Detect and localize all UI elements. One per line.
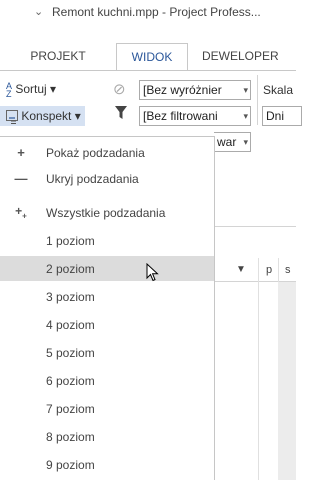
window-title: Remont kuchni.mpp - Project Profess... — [52, 5, 261, 19]
highlight-combo-value: [Bez wyróżnier — [143, 83, 222, 97]
column-dropdown-icon[interactable]: ▼ — [236, 264, 246, 275]
tab-deweloper[interactable]: DEWELOPER — [202, 43, 296, 70]
outline-dropdown-menu: + Pokaż podzadania — Ukryj podzadania ++… — [0, 136, 215, 480]
menu-item-show-subtasks[interactable]: + Pokaż podzadania — [0, 140, 214, 165]
menu-item-label: Wszystkie podzadania — [46, 205, 166, 220]
menu-item-hide-subtasks[interactable]: — Ukryj podzadania — [0, 166, 214, 191]
group-combo-value: war — [217, 135, 237, 149]
tab-widok[interactable]: WIDOK — [116, 43, 188, 70]
filter-icon — [115, 106, 127, 123]
menu-item-label: 8 poziom — [46, 429, 95, 444]
menu-item-label: Pokaż podzadania — [46, 145, 145, 160]
mouse-cursor-icon — [146, 262, 159, 285]
sort-az-icon: AZ — [6, 81, 13, 99]
menu-item-label: 1 poziom — [46, 233, 95, 248]
scale-combo-value: Dni — [266, 109, 285, 123]
menu-item-level-5[interactable]: 5 poziom — [0, 340, 214, 365]
menu-item-label: 7 poziom — [46, 401, 95, 416]
filter-combo[interactable]: [Bez filtrowani ▾ — [139, 106, 251, 126]
chevron-down-icon: ▾ — [243, 85, 248, 95]
plus-icon: + — [17, 145, 25, 160]
gantt-day-letter: s — [285, 264, 291, 276]
menu-item-all-subtasks[interactable]: ++ Wszystkie podzadania — [0, 200, 214, 225]
menu-item-level-2[interactable]: 2 poziom — [0, 256, 214, 281]
quick-access-icon[interactable]: ⌄ — [34, 5, 43, 18]
menu-item-label: Ukryj podzadania — [46, 171, 139, 186]
tab-projekt[interactable]: PROJEKT — [12, 43, 104, 70]
menu-item-label: 3 poziom — [46, 289, 95, 304]
menu-item-level-6[interactable]: 6 poziom — [0, 368, 214, 393]
sort-label: Sortuj ▾ — [15, 82, 57, 97]
ribbon-separator — [257, 75, 258, 125]
chevron-down-icon: ▾ — [243, 111, 248, 121]
menu-item-level-3[interactable]: 3 poziom — [0, 284, 214, 309]
menu-item-level-9[interactable]: 9 poziom — [0, 452, 214, 477]
minus-icon: — — [14, 171, 28, 186]
ribbon-tabs: PROJEKT WIDOK DEWELOPER — [0, 43, 296, 70]
sort-button[interactable]: AZ Sortuj ▾ — [6, 81, 57, 99]
menu-item-label: 4 poziom — [46, 317, 95, 332]
outline-icon — [6, 110, 18, 125]
filter-combo-value: [Bez filtrowani — [143, 109, 218, 123]
group-combo[interactable]: war ▾ — [214, 132, 251, 152]
all-subtasks-icon: ++ — [15, 204, 27, 221]
grid-divider — [258, 258, 259, 480]
title-bar: ⌄ Remont kuchni.mpp - Project Profess... — [0, 0, 296, 22]
menu-item-label: 5 poziom — [46, 345, 95, 360]
menu-item-label: 2 poziom — [46, 261, 95, 276]
gantt-day-letter: p — [266, 264, 273, 276]
scale-label: Skala — [263, 83, 294, 97]
menu-item-level-4[interactable]: 4 poziom — [0, 312, 214, 337]
menu-item-label: 6 poziom — [46, 373, 95, 388]
menu-item-level-1[interactable]: 1 poziom — [0, 228, 214, 253]
chevron-down-icon: ▾ — [243, 137, 248, 147]
menu-item-level-8[interactable]: 8 poziom — [0, 424, 214, 449]
gantt-nonworking-shade — [278, 282, 296, 480]
formula-bar — [215, 225, 296, 227]
highlight-combo[interactable]: [Bez wyróżnier ▾ — [139, 80, 251, 100]
menu-item-level-7[interactable]: 7 poziom — [0, 396, 214, 421]
highlight-icon: ⊘ — [113, 81, 126, 98]
grid-header — [215, 258, 296, 282]
outline-button[interactable]: Konspekt ▾ — [0, 106, 85, 126]
outline-label: Konspekt ▾ — [21, 109, 81, 123]
scale-combo[interactable]: Dni — [262, 106, 302, 126]
menu-item-label: 9 poziom — [46, 457, 95, 472]
